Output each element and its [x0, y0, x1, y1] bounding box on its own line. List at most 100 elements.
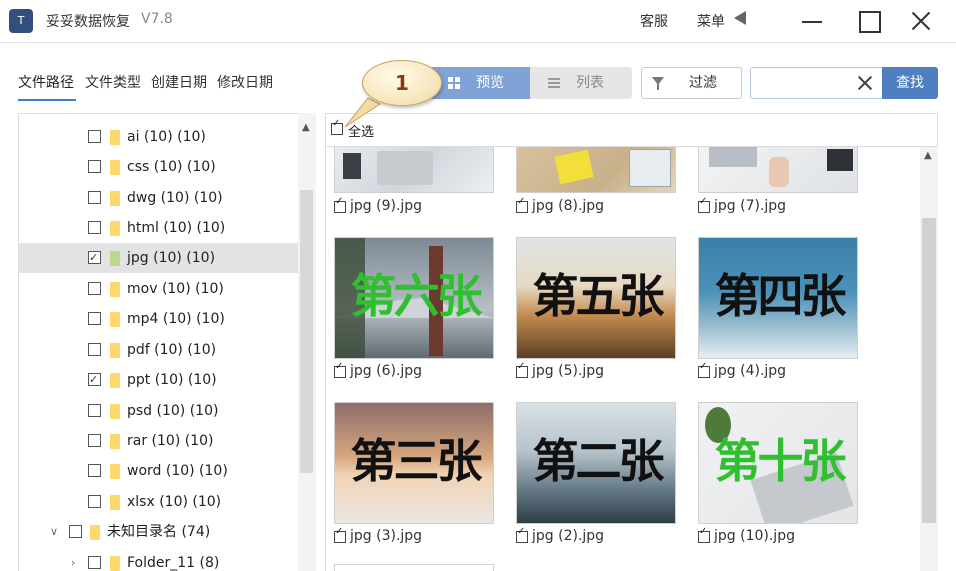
tree-checkbox[interactable] — [88, 464, 101, 477]
annotation-callout: 1 — [362, 60, 442, 106]
folder-icon — [110, 404, 120, 419]
tree-checkbox[interactable] — [88, 434, 101, 447]
filter-label: 过滤 — [689, 75, 717, 91]
thumbnail-checkbox[interactable] — [516, 526, 528, 543]
tree-checkbox[interactable] — [88, 160, 101, 173]
thumbnail-checkbox[interactable] — [698, 361, 710, 378]
tree-item-dwg[interactable]: dwg (10) (10) — [19, 183, 299, 213]
thumbnail-caption: jpg (4).jpg — [714, 363, 787, 379]
thumbnail-jpg-6[interactable]: 第六张 — [334, 237, 494, 359]
tab-modified-date[interactable]: 修改日期 — [217, 72, 273, 92]
thumbnail-checkbox[interactable] — [698, 526, 710, 543]
tree-item-rar[interactable]: rar (10) (10) — [19, 426, 299, 456]
thumbnail-jpg-7[interactable] — [698, 147, 858, 193]
thumbnail-caption: jpg (6).jpg — [350, 363, 423, 379]
thumbnail-caption: jpg (2).jpg — [532, 528, 605, 544]
tree-checkbox[interactable] — [88, 495, 101, 508]
app-title: 妥妥数据恢复 — [46, 14, 130, 30]
tree-item-label: 未知目录名 (74) — [107, 524, 211, 540]
select-all-label[interactable]: 全选 — [348, 121, 374, 140]
tree-item-label: dwg (10) (10) — [127, 190, 223, 206]
thumbnail-checkbox[interactable] — [516, 196, 528, 213]
image-grid: jpg (9).jpg jpg (8).jpg jpg (7).jpg 第六张 … — [326, 147, 920, 571]
thumbnail-caption: jpg (5).jpg — [532, 363, 605, 379]
menu-link[interactable]: 菜单 — [697, 11, 725, 31]
chevron-down-icon[interactable]: ∨ — [50, 517, 58, 547]
tree-checkbox[interactable] — [88, 404, 101, 417]
chevron-right-icon[interactable]: › — [71, 548, 75, 571]
tree-item-jpg[interactable]: jpg (10) (10) — [19, 243, 299, 273]
tab-file-path[interactable]: 文件路径 — [18, 72, 74, 92]
tree-scrollbar-thumb[interactable] — [300, 190, 313, 473]
tab-created-date[interactable]: 创建日期 — [151, 72, 207, 92]
folder-icon — [110, 434, 120, 449]
tree-item-ai[interactable]: ai (10) (10) — [19, 122, 299, 152]
minimize-button[interactable] — [800, 8, 826, 34]
tree-checkbox[interactable] — [88, 243, 101, 273]
grid-scroll-up-icon[interactable]: ▲ — [924, 150, 932, 161]
menu-arrow-icon[interactable] — [734, 11, 746, 25]
folder-icon — [110, 464, 120, 479]
grid-scrollbar-thumb[interactable] — [922, 218, 936, 523]
tree-checkbox[interactable] — [88, 221, 101, 234]
thumbnail-jpg-10[interactable]: 第十张 — [698, 402, 858, 524]
tree-checkbox[interactable] — [88, 282, 101, 295]
tree-item-xlsx[interactable]: xlsx (10) (10) — [19, 487, 299, 517]
close-button[interactable] — [908, 8, 934, 34]
tree-item-label: ppt (10) (10) — [127, 372, 217, 388]
tree-item-psd[interactable]: psd (10) (10) — [19, 396, 299, 426]
filter-button[interactable]: 过滤 — [641, 67, 742, 99]
folder-icon — [110, 160, 120, 175]
tree-item-folder-11[interactable]: › Folder_11 (8) — [19, 548, 299, 571]
tree-item-label: xlsx (10) (10) — [127, 494, 222, 510]
tree-checkbox[interactable] — [69, 525, 82, 538]
thumbnail-jpg-8[interactable] — [516, 147, 676, 193]
list-icon — [548, 77, 560, 89]
select-all-checkbox[interactable] — [331, 118, 343, 135]
tree-checkbox[interactable] — [88, 365, 101, 395]
thumbnail-jpg-4[interactable]: 第四张 — [698, 237, 858, 359]
thumbnail-overlay-text: 第十张 — [714, 434, 847, 488]
search-button[interactable]: 查找 — [882, 67, 938, 99]
tab-file-type[interactable]: 文件类型 — [85, 72, 141, 92]
tree-item-mov[interactable]: mov (10) (10) — [19, 274, 299, 304]
list-view-button[interactable]: 列表 — [530, 67, 632, 99]
tree-item-label: pdf (10) (10) — [127, 342, 217, 358]
tree-checkbox[interactable] — [88, 130, 101, 143]
maximize-button[interactable] — [856, 8, 882, 34]
thumbnail-checkbox[interactable] — [334, 196, 346, 213]
tree-item-label: jpg (10) (10) — [127, 250, 216, 266]
tree-item-mp4[interactable]: mp4 (10) (10) — [19, 304, 299, 334]
tree-item-label: psd (10) (10) — [127, 403, 219, 419]
title-divider — [0, 42, 956, 43]
tree-item-word[interactable]: word (10) (10) — [19, 456, 299, 486]
thumbnail-jpg-2[interactable]: 第二张 — [516, 402, 676, 524]
tree-item-pdf[interactable]: pdf (10) (10) — [19, 335, 299, 365]
thumbnail-checkbox[interactable] — [516, 361, 528, 378]
customer-service-link[interactable]: 客服 — [640, 11, 668, 31]
clear-search-icon[interactable] — [856, 74, 874, 92]
tree-item-unknown-dir[interactable]: ∨ 未知目录名 (74) — [19, 517, 299, 547]
filter-icon — [652, 77, 664, 90]
thumbnail-checkbox[interactable] — [334, 361, 346, 378]
thumbnail-checkbox[interactable] — [334, 526, 346, 543]
tree-checkbox[interactable] — [88, 191, 101, 204]
thumbnail-jpg-5[interactable]: 第五张 — [516, 237, 676, 359]
tree-checkbox[interactable] — [88, 312, 101, 325]
tree-checkbox[interactable] — [88, 343, 101, 356]
tree-scroll-up-icon[interactable]: ▲ — [302, 122, 310, 133]
folder-icon — [110, 312, 120, 327]
grid-icon — [448, 77, 460, 89]
tree-checkbox[interactable] — [88, 556, 101, 569]
tree-item-ppt[interactable]: ppt (10) (10) — [19, 365, 299, 395]
thumbnail-jpg-9[interactable] — [334, 147, 494, 193]
tree-item-css[interactable]: css (10) (10) — [19, 152, 299, 182]
tree-item-html[interactable]: html (10) (10) — [19, 213, 299, 243]
thumbnail-caption: jpg (10).jpg — [714, 528, 795, 544]
thumbnail-jpg-3[interactable]: 第三张 — [334, 402, 494, 524]
thumbnail-checkbox[interactable] — [698, 196, 710, 213]
thumbnail-partial[interactable] — [334, 564, 494, 571]
tree-item-label: html (10) (10) — [127, 220, 226, 236]
thumbnail-overlay-text: 第六张 — [350, 269, 483, 323]
preview-view-button[interactable]: 预览 — [430, 67, 530, 99]
